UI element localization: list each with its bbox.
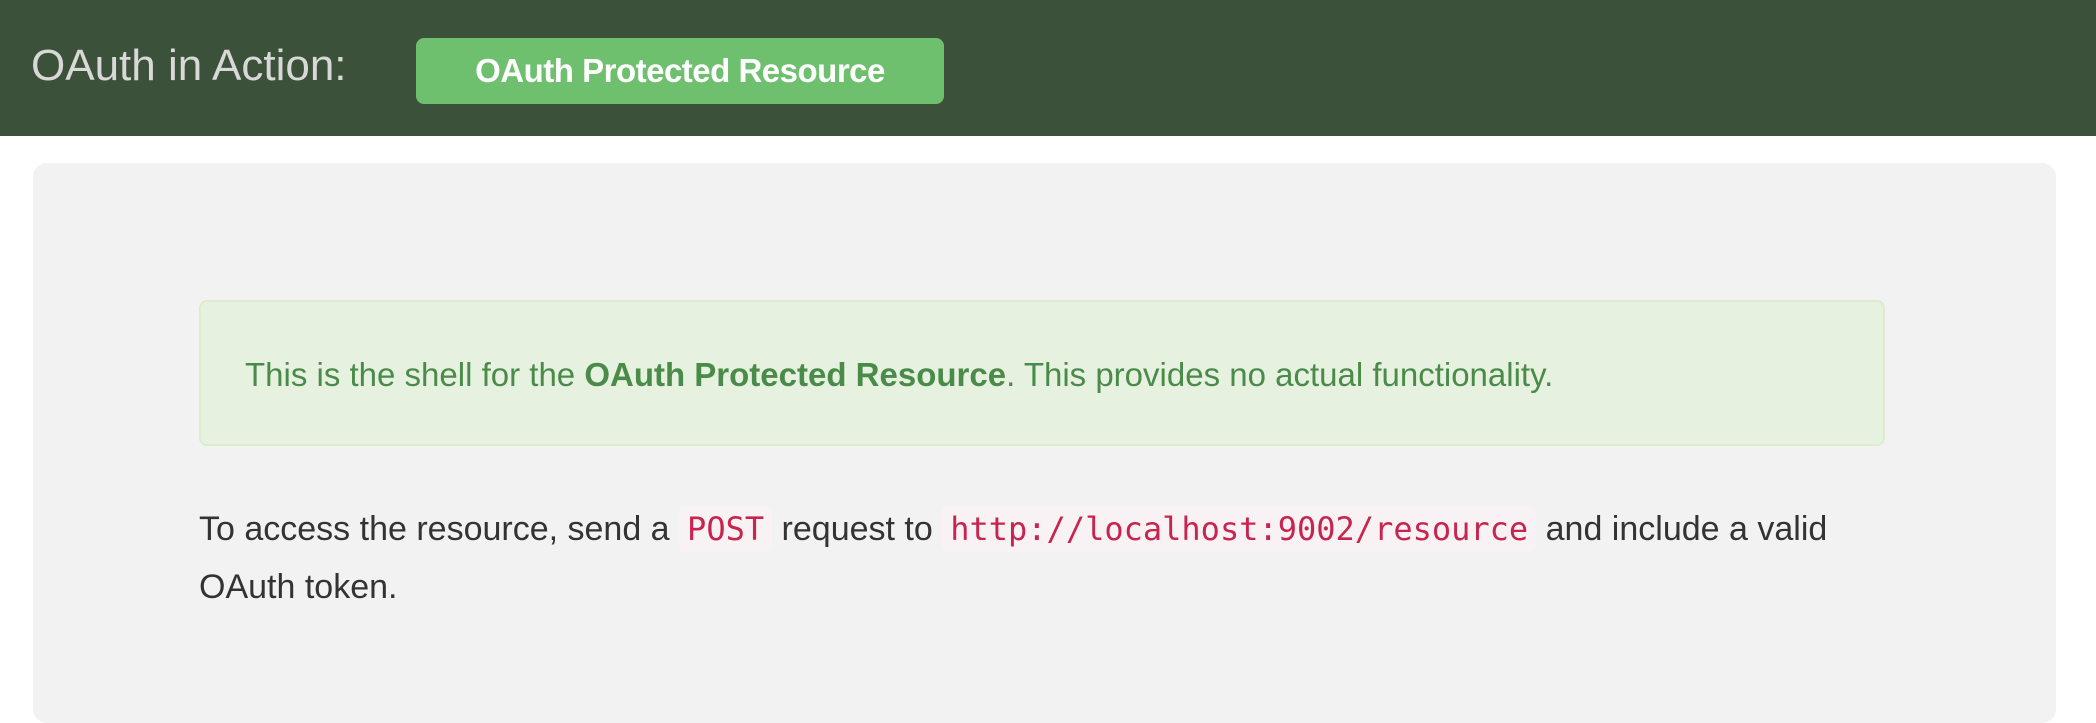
alert-suffix: . This provides no actual functionality. [1006, 356, 1554, 393]
navbar: OAuth in Action: OAuth Protected Resourc… [0, 0, 2096, 136]
method-code: POST [679, 506, 773, 552]
instruction-text: To access the resource, send a POST requ… [199, 500, 1899, 616]
alert-strong: OAuth Protected Resource [584, 356, 1007, 393]
info-alert: This is the shell for the OAuth Protecte… [199, 300, 1885, 446]
resource-badge: OAuth Protected Resource [416, 38, 944, 104]
brand-link[interactable]: OAuth in Action: [31, 34, 347, 98]
url-code: http://localhost:9002/resource [942, 506, 1537, 552]
instruction-part1: To access the resource, send a [199, 510, 680, 548]
instruction-part2: request to [772, 510, 943, 548]
alert-prefix: This is the shell for the [245, 356, 585, 393]
